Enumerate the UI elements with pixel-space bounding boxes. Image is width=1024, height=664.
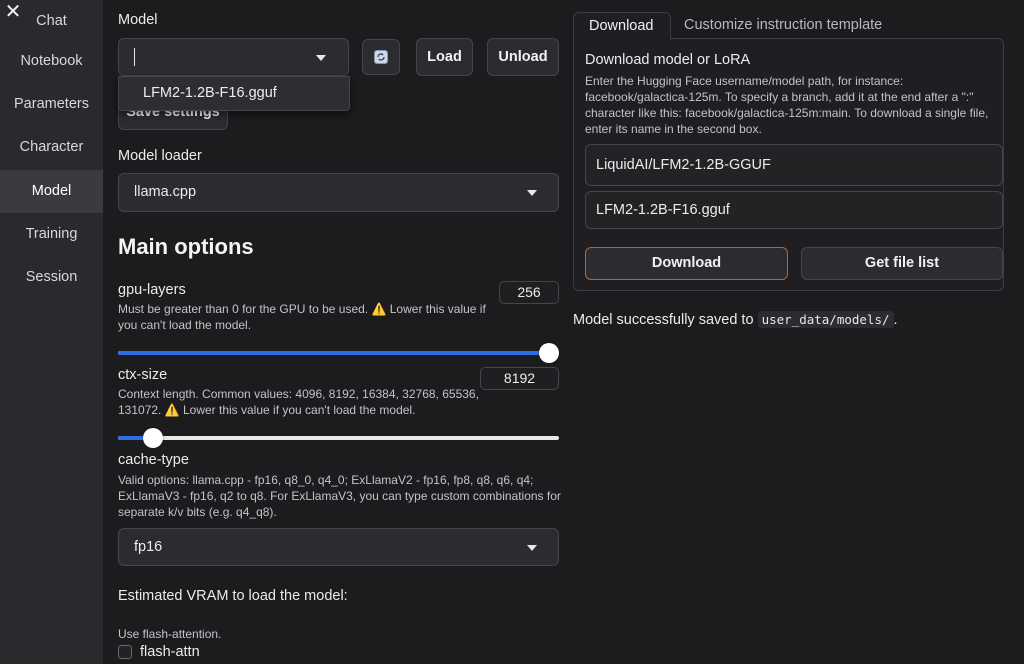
model-dropdown[interactable] xyxy=(118,38,349,76)
nav-item-training[interactable]: Training xyxy=(0,213,103,256)
unload-button[interactable]: Unload xyxy=(487,38,559,76)
cache-type-value: fp16 xyxy=(134,539,163,555)
gpu-layers-slider[interactable] xyxy=(118,343,559,363)
nav-item-character[interactable]: Character xyxy=(0,126,103,169)
main-options-heading: Main options xyxy=(118,234,254,259)
gpu-layers-slider-fill xyxy=(118,351,549,355)
load-button[interactable]: Load xyxy=(416,38,473,76)
repo-input-value: LiquidAI/LFM2-1.2B-GGUF xyxy=(596,157,771,173)
download-panel-title: Download model or LoRA xyxy=(585,52,751,68)
download-panel-description: Enter the Hugging Face username/model pa… xyxy=(585,74,989,136)
gpu-layers-help: Must be greater than 0 for the GPU to be… xyxy=(118,302,486,332)
main-content: Model Save settings LFM2-1.2B-F16.gguf L… xyxy=(103,0,1024,664)
tab-download-label: Download xyxy=(589,18,654,34)
flash-attn-help: Use flash-attention. xyxy=(118,627,222,641)
nav-item-notebook[interactable]: Notebook xyxy=(0,40,103,83)
tab-download[interactable]: Download xyxy=(573,12,671,40)
nav-item-chat[interactable]: Chat xyxy=(0,0,103,43)
gpu-layers-label: gpu-layers xyxy=(118,282,186,298)
tab-customize-instruction-template[interactable]: Customize instruction template xyxy=(684,17,882,33)
chevron-down-icon xyxy=(527,545,537,551)
dropdown-option[interactable]: LFM2-1.2B-F16.gguf xyxy=(143,77,277,110)
file-input-value: LFM2-1.2B-F16.gguf xyxy=(596,202,730,218)
download-panel: Download model or LoRA Enter the Hugging… xyxy=(573,38,1004,291)
file-input[interactable]: LFM2-1.2B-F16.gguf xyxy=(585,191,1003,229)
status-path: user_data/models/ xyxy=(757,311,894,328)
status-message: Model successfully saved to user_data/mo… xyxy=(573,311,898,328)
model-dropdown-list: LFM2-1.2B-F16.gguf xyxy=(118,76,350,111)
cache-type-label: cache-type xyxy=(118,452,189,468)
nav-item-model[interactable]: Model xyxy=(0,170,103,213)
model-loader-value: llama.cpp xyxy=(134,184,197,200)
download-button[interactable]: Download xyxy=(585,247,788,280)
gpu-layers-input[interactable]: 256 xyxy=(499,281,559,304)
model-loader-dropdown[interactable]: llama.cpp xyxy=(118,173,559,212)
cache-type-dropdown[interactable]: fp16 xyxy=(118,528,559,566)
status-prefix: Model successfully saved to xyxy=(573,312,758,328)
flash-attn-checkbox[interactable] xyxy=(118,645,132,659)
repo-input[interactable]: LiquidAI/LFM2-1.2B-GGUF xyxy=(585,144,1003,186)
sidebar: ✕ Chat Notebook Parameters Character Mod… xyxy=(0,0,103,664)
vram-estimate-label: Estimated VRAM to load the model: xyxy=(118,588,348,604)
refresh-icon xyxy=(374,50,388,64)
refresh-button[interactable] xyxy=(362,39,400,75)
gpu-layers-slider-thumb[interactable] xyxy=(539,343,559,363)
ctx-size-help: Context length. Common values: 4096, 819… xyxy=(118,387,479,417)
ctx-size-label: ctx-size xyxy=(118,367,168,383)
flash-attn-label: flash-attn xyxy=(140,644,200,660)
nav-item-session[interactable]: Session xyxy=(0,256,103,299)
cache-type-help: Valid options: llama.cpp - fp16, q8_0, q… xyxy=(118,473,561,519)
model-label: Model xyxy=(118,12,158,28)
get-file-list-button[interactable]: Get file list xyxy=(801,247,1003,280)
chevron-down-icon xyxy=(527,190,537,196)
chevron-down-icon xyxy=(316,55,326,61)
ctx-size-slider[interactable] xyxy=(118,428,559,448)
ctx-size-slider-thumb[interactable] xyxy=(143,428,163,448)
nav-item-parameters[interactable]: Parameters xyxy=(0,83,103,126)
model-loader-label: Model loader xyxy=(118,148,202,164)
status-suffix: . xyxy=(893,312,898,328)
text-cursor xyxy=(134,48,135,66)
ctx-size-input[interactable]: 8192 xyxy=(480,367,559,390)
